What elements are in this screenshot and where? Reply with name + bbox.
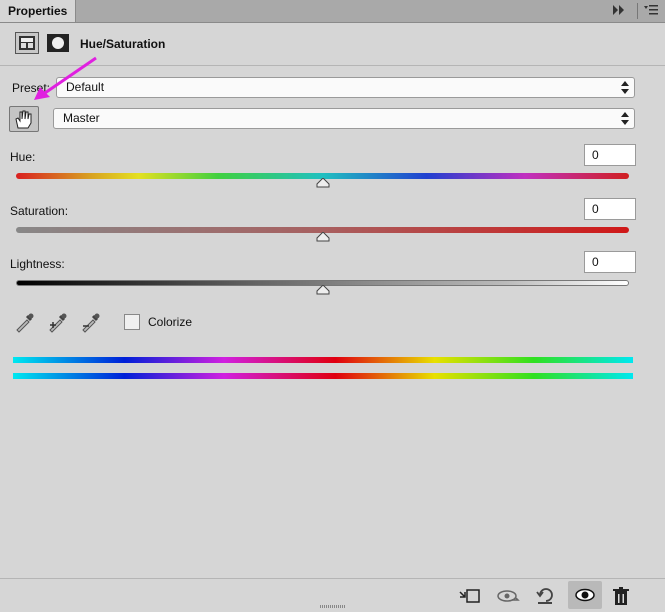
dropdown-arrows-icon	[621, 81, 629, 94]
input-color-bar	[13, 357, 633, 363]
hue-label: Hue:	[10, 150, 36, 164]
annotation-arrow	[34, 56, 97, 100]
channel-value: Master	[63, 111, 100, 125]
clip-to-layer-icon[interactable]	[458, 586, 480, 606]
resize-grip[interactable]	[320, 605, 346, 608]
panel-tab-bar: Properties	[0, 0, 665, 23]
collapse-icon[interactable]	[612, 4, 626, 19]
hand-icon	[15, 110, 32, 129]
channel-dropdown[interactable]: Master	[53, 108, 635, 129]
saturation-label: Saturation:	[10, 204, 69, 218]
visibility-eye-icon	[575, 588, 595, 602]
visibility-toggle-button[interactable]	[568, 581, 602, 609]
view-previous-state-icon[interactable]	[496, 586, 522, 606]
tab-separator	[637, 3, 638, 19]
delete-icon[interactable]	[610, 586, 632, 606]
adjustment-title: Hue/Saturation	[80, 37, 166, 51]
hue-slider-thumb[interactable]	[316, 178, 330, 188]
output-color-bar	[13, 373, 633, 379]
lightness-input[interactable]: 0	[584, 251, 636, 273]
colorize-label: Colorize	[148, 315, 193, 329]
add-to-sample-eyedropper-icon[interactable]	[47, 311, 69, 333]
properties-tab[interactable]: Properties	[0, 0, 76, 22]
targeted-adjustment-tool[interactable]	[9, 106, 39, 132]
lightness-slider-thumb[interactable]	[316, 285, 330, 295]
panel-menu-icon[interactable]	[643, 3, 659, 20]
saturation-input[interactable]: 0	[584, 198, 636, 220]
subtract-from-sample-eyedropper-icon[interactable]	[80, 311, 102, 333]
bottom-toolbar	[0, 578, 665, 612]
saturation-slider-thumb[interactable]	[316, 232, 330, 242]
reset-icon[interactable]	[534, 586, 556, 606]
lightness-label: Lightness:	[10, 257, 65, 271]
hue-input[interactable]: 0	[584, 144, 636, 166]
colorize-checkbox[interactable]	[124, 314, 140, 330]
preset-dropdown[interactable]: Default	[56, 77, 635, 98]
adjustment-layer-icon[interactable]	[15, 32, 39, 54]
layer-mask-icon[interactable]	[46, 32, 70, 54]
dropdown-arrows-icon	[621, 112, 629, 125]
eyedropper-icon[interactable]	[14, 311, 36, 333]
